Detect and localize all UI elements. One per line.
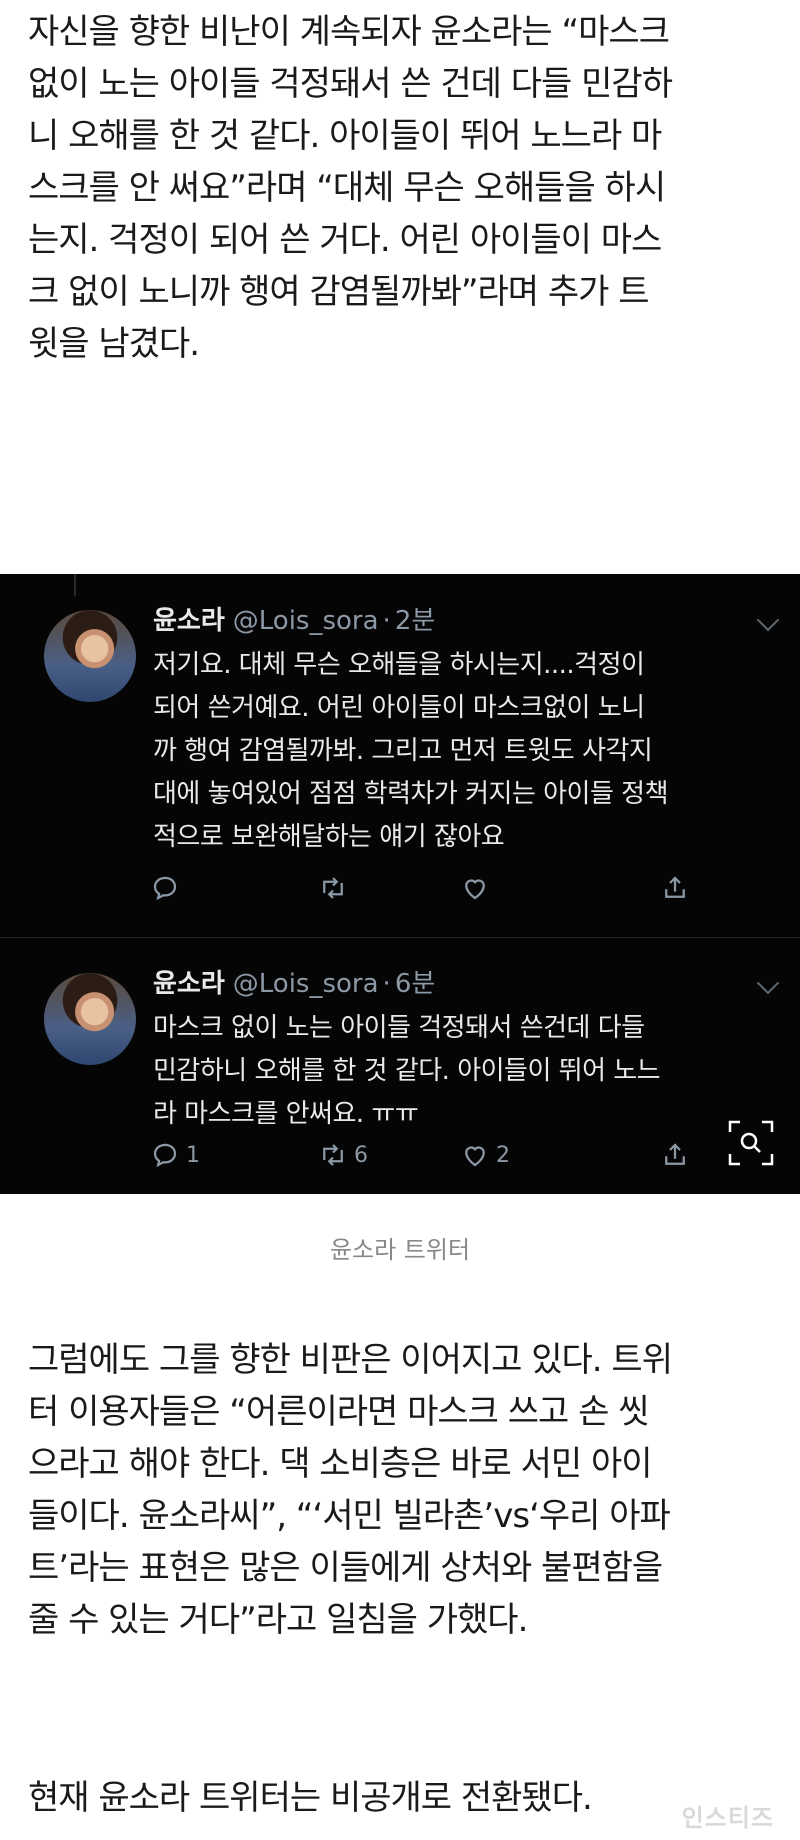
article-paragraph-1: 자신을 향한 비난이 계속되자 윤소라는 “마스크 없이 노는 아이들 걱정돼서… xyxy=(28,6,780,370)
reply-count: 1 xyxy=(186,1142,200,1168)
timestamp[interactable]: 6분 xyxy=(395,969,435,999)
display-name[interactable]: 윤소라 xyxy=(153,606,225,636)
separator: · xyxy=(382,969,391,999)
share-icon xyxy=(665,1143,685,1165)
like-button[interactable] xyxy=(460,868,496,908)
tweet: 윤소라 @Lois_sora · 2분 저기요. 대체 무슨 오해들을 하시는지...… xyxy=(0,574,800,937)
article-paragraph-3: 현재 윤소라 트위터는 비공개로 전환됐다. xyxy=(28,1772,780,1824)
retweet-button[interactable] xyxy=(318,868,354,908)
text-line: 윗을 남겼다. xyxy=(28,324,200,364)
text-line: 스크를 안 써요”라며 “대체 무슨 오해들을 하시 xyxy=(28,168,666,208)
tweet-text-line: 되어 쓴거예요. 어린 아이들이 마스크없이 노니 xyxy=(153,693,645,723)
user-handle[interactable]: @Lois_sora xyxy=(233,969,379,999)
reply-button[interactable]: 1 xyxy=(150,1135,200,1175)
text-line: 들이다. 윤소라씨”, “‘서민 빌라촌’vs‘우리 아파 xyxy=(28,1496,671,1536)
text-line: 없이 노는 아이들 걱정돼서 쓴 건데 다들 민감하 xyxy=(28,64,673,104)
tweet-text-line: 민감하니 오해를 한 것 같다. 아이들이 뛰어 노느 xyxy=(153,1056,661,1086)
share-button[interactable] xyxy=(660,1135,690,1175)
tweet-text-line: 마스크 없이 노는 아이들 걱정돼서 쓴건데 다들 xyxy=(153,1013,645,1043)
avatar[interactable] xyxy=(44,610,136,702)
tweet-text-line: 까 행여 감염될까봐. 그리고 먼저 트윗도 사각지 xyxy=(153,736,653,766)
text-line: 줄 수 있는 거다”라고 일침을 가했다. xyxy=(28,1600,528,1640)
retweet-icon xyxy=(323,1144,343,1166)
text-line: 자신을 향한 비난이 계속되자 윤소라는 “마스크 xyxy=(28,12,670,52)
share-button[interactable] xyxy=(660,868,690,908)
text-line: 현재 윤소라 트위터는 비공개로 전환됐다. xyxy=(28,1778,593,1818)
timestamp[interactable]: 2분 xyxy=(395,606,435,636)
reply-icon xyxy=(153,876,177,901)
image-search-icon[interactable] xyxy=(726,1118,776,1168)
text-line: 는지. 걱정이 되어 쓴 거다. 어린 아이들이 마스 xyxy=(28,220,662,260)
tweet-text-line: 저기요. 대체 무슨 오해들을 하시는지....걱정이 xyxy=(153,650,645,680)
text-line: 크 없이 노니까 행여 감염될까봐”라며 추가 트 xyxy=(28,272,650,312)
text-line: 니 오해를 한 것 같다. 아이들이 뛰어 노느라 마 xyxy=(28,116,662,156)
tweet-text: 저기요. 대체 무슨 오해들을 하시는지....걱정이 되어 쓴거예요. 어린 … xyxy=(153,644,773,859)
tweet-header: 윤소라 @Lois_sora · 6분 xyxy=(153,963,435,1000)
heart-icon xyxy=(465,879,485,900)
separator: · xyxy=(382,606,391,636)
text-line: 터 이용자들은 “어른이라면 마스크 쓰고 손 씻 xyxy=(28,1392,650,1432)
tweet-actions: 1 6 2 xyxy=(150,1135,710,1175)
user-handle[interactable]: @Lois_sora xyxy=(233,606,379,636)
text-line: 그럼에도 그를 향한 비판은 이어지고 있다. 트위 xyxy=(28,1340,673,1380)
reply-button[interactable] xyxy=(150,868,186,908)
retweet-button[interactable]: 6 xyxy=(318,1135,368,1175)
tweet-text-line: 라 마스크를 안써요. ㅠㅠ xyxy=(153,1099,419,1129)
like-button[interactable]: 2 xyxy=(460,1135,510,1175)
tweet-text-line: 대에 놓여있어 점점 학력차가 커지는 아이들 정책 xyxy=(153,779,669,809)
text-line: 트’라는 표현은 많은 이들에게 상처와 불편함을 xyxy=(28,1548,663,1588)
share-icon xyxy=(665,876,685,898)
chevron-down-icon[interactable] xyxy=(756,608,780,632)
tweet-actions xyxy=(150,868,710,908)
watermark: 인스티즈 xyxy=(681,1804,774,1832)
chevron-down-icon[interactable] xyxy=(756,971,780,995)
tweet: 윤소라 @Lois_sora · 6분 마스크 없이 노는 아이들 걱정돼서 쓴건데 … xyxy=(0,937,800,1194)
tweet-screenshot: 윤소라 @Lois_sora · 2분 저기요. 대체 무슨 오해들을 하시는지...… xyxy=(0,574,800,1194)
article-paragraph-2: 그럼에도 그를 향한 비판은 이어지고 있다. 트위 터 이용자들은 “어른이라… xyxy=(28,1334,780,1646)
reply-icon xyxy=(153,1143,177,1168)
tweet-header: 윤소라 @Lois_sora · 2분 xyxy=(153,600,435,637)
avatar[interactable] xyxy=(44,973,136,1065)
display-name[interactable]: 윤소라 xyxy=(153,969,225,999)
text-line: 으라고 해야 한다. 댁 소비층은 바로 서민 아이 xyxy=(28,1444,653,1484)
image-caption: 윤소라 트위터 xyxy=(329,1236,471,1264)
retweet-icon xyxy=(323,877,343,899)
retweet-count: 6 xyxy=(354,1142,368,1168)
tweet-text-line: 적으로 보완해달하는 얘기 잖아요 xyxy=(153,822,505,852)
like-count: 2 xyxy=(496,1142,510,1168)
heart-icon xyxy=(465,1146,485,1167)
tweet-text: 마스크 없이 노는 아이들 걱정돼서 쓴건데 다들 민감하니 오해를 한 것 같… xyxy=(153,1007,773,1136)
